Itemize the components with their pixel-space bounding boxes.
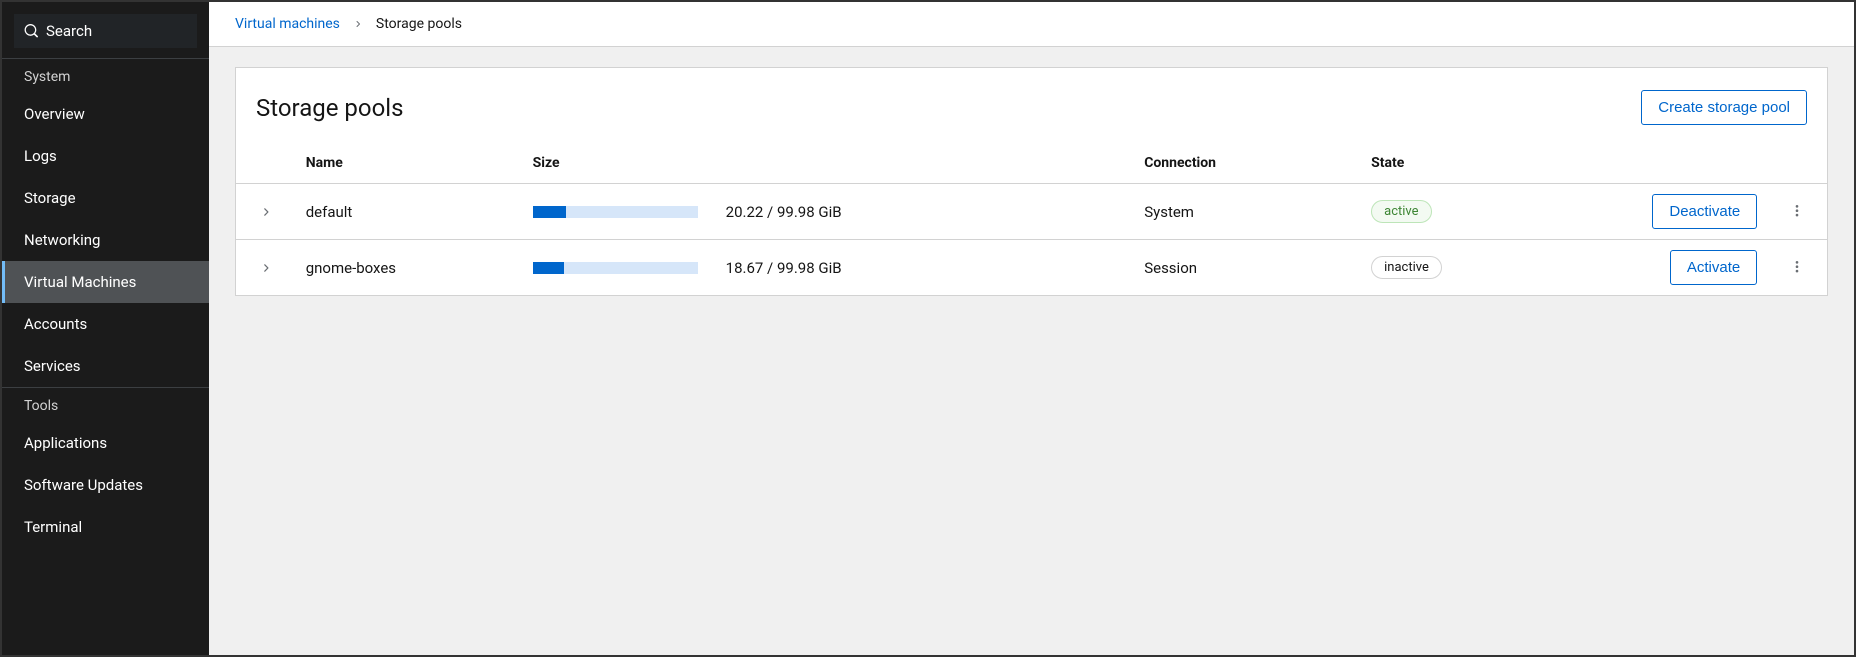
col-header-size: Size — [523, 143, 1135, 184]
main: Virtual machines Storage pools Storage p… — [209, 2, 1854, 655]
search-icon — [24, 24, 38, 38]
sidebar-item-terminal[interactable]: Terminal — [2, 506, 209, 548]
nav-section-label: System — [2, 58, 209, 93]
size-cell: 18.67 / 99.98 GiB — [533, 259, 1125, 277]
sidebar-item-virtual-machines[interactable]: Virtual Machines — [2, 261, 209, 303]
table-row: gnome-boxes 18.67 / 99.98 GiB Session — [236, 240, 1827, 296]
sidebar-item-storage[interactable]: Storage — [2, 177, 209, 219]
sidebar-item-networking[interactable]: Networking — [2, 219, 209, 261]
status-badge: active — [1371, 200, 1431, 223]
table-row: default 20.22 / 99.98 GiB System act — [236, 184, 1827, 240]
chevron-right-icon — [354, 16, 362, 32]
chevron-right-icon — [261, 207, 271, 217]
col-header-kebab — [1767, 143, 1827, 184]
sidebar: Search System Overview Logs Storage Netw… — [2, 2, 209, 655]
col-header-expand — [236, 143, 296, 184]
activate-button[interactable]: Activate — [1670, 250, 1757, 285]
sidebar-item-applications[interactable]: Applications — [2, 422, 209, 464]
search-wrap: Search — [2, 2, 209, 58]
col-header-actions — [1600, 143, 1767, 184]
kebab-icon — [1790, 205, 1804, 219]
pool-name: gnome-boxes — [296, 240, 523, 296]
breadcrumb: Virtual machines Storage pools — [209, 2, 1854, 47]
size-text: 18.67 / 99.98 GiB — [726, 259, 842, 277]
kebab-menu-button[interactable] — [1784, 199, 1810, 225]
col-header-name: Name — [296, 143, 523, 184]
size-text: 20.22 / 99.98 GiB — [726, 203, 842, 221]
search-input[interactable]: Search — [14, 14, 197, 48]
expand-row-button[interactable] — [261, 207, 271, 217]
create-storage-pool-button[interactable]: Create storage pool — [1641, 90, 1807, 125]
sidebar-item-services[interactable]: Services — [2, 345, 209, 387]
col-header-connection: Connection — [1134, 143, 1361, 184]
content: Storage pools Create storage pool Name S… — [209, 47, 1854, 316]
storage-pools-card: Storage pools Create storage pool Name S… — [235, 67, 1828, 296]
usage-progress-fill — [533, 262, 564, 274]
kebab-menu-button[interactable] — [1784, 255, 1810, 281]
page-title: Storage pools — [256, 94, 404, 122]
breadcrumb-parent-link[interactable]: Virtual machines — [235, 16, 340, 32]
size-cell: 20.22 / 99.98 GiB — [533, 203, 1125, 221]
kebab-icon — [1790, 261, 1804, 275]
usage-progress-fill — [533, 206, 566, 218]
chevron-right-icon — [261, 263, 271, 273]
nav-section-label: Tools — [2, 387, 209, 422]
pool-name: default — [296, 184, 523, 240]
sidebar-item-logs[interactable]: Logs — [2, 135, 209, 177]
sidebar-item-overview[interactable]: Overview — [2, 93, 209, 135]
sidebar-item-software-updates[interactable]: Software Updates — [2, 464, 209, 506]
pool-connection: System — [1134, 184, 1361, 240]
col-header-state: State — [1361, 143, 1600, 184]
breadcrumb-current: Storage pools — [376, 16, 462, 32]
pool-connection: Session — [1134, 240, 1361, 296]
deactivate-button[interactable]: Deactivate — [1652, 194, 1757, 229]
sidebar-item-accounts[interactable]: Accounts — [2, 303, 209, 345]
expand-row-button[interactable] — [261, 263, 271, 273]
card-header: Storage pools Create storage pool — [236, 68, 1827, 143]
storage-pools-table: Name Size Connection State — [236, 143, 1827, 295]
status-badge: inactive — [1371, 256, 1442, 279]
usage-progress — [533, 262, 698, 274]
search-label: Search — [46, 22, 92, 40]
usage-progress — [533, 206, 698, 218]
